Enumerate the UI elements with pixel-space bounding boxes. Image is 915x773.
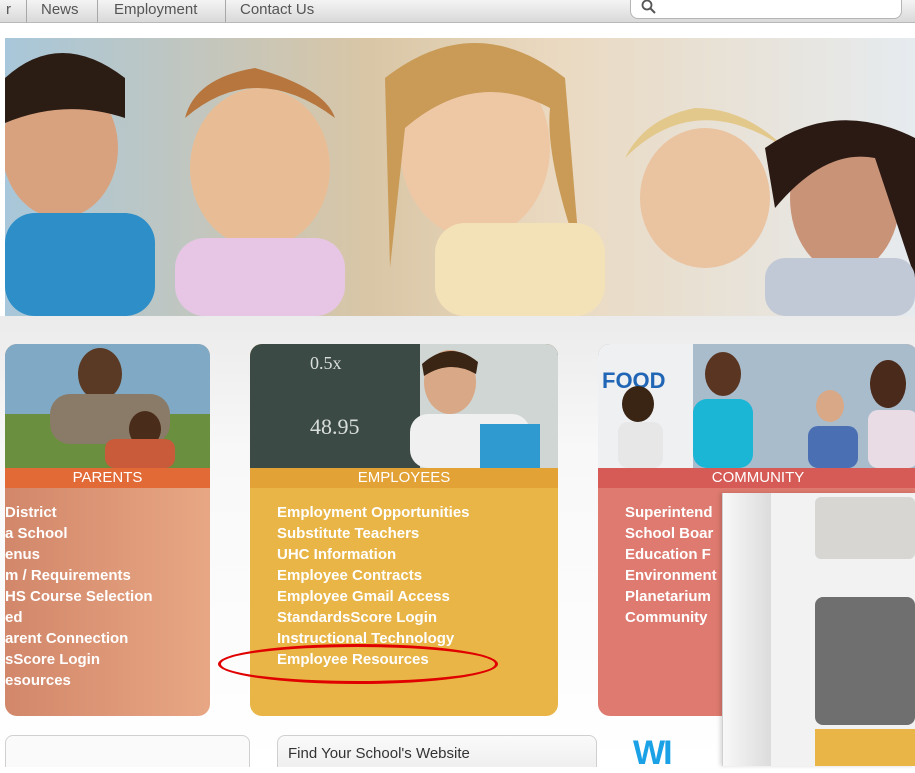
parents-link[interactable]: arent Connection	[5, 628, 210, 649]
nav-item-partial[interactable]: r	[6, 1, 11, 18]
nav-item-contact-us[interactable]: Contact Us	[240, 1, 314, 18]
employees-link[interactable]: Employee Contracts	[277, 565, 558, 586]
find-school-website-box[interactable]: Find Your School's Website	[277, 735, 597, 767]
parents-card: PARENTS District a School enus m / Requi…	[5, 344, 210, 716]
hero-illustration	[5, 43, 915, 316]
find-school-website-label: Find Your School's Website	[288, 745, 470, 762]
community-heading: COMMUNITY	[598, 468, 915, 488]
partial-logo: WI	[633, 734, 673, 772]
overlay-tile	[815, 597, 915, 725]
employees-link[interactable]: UHC Information	[277, 544, 558, 565]
nav-item-employment[interactable]: Employment	[114, 1, 197, 18]
parents-link-list: District a School enus m / Requirements …	[5, 502, 210, 691]
overlay-side-strip	[723, 493, 771, 766]
top-navigation-bar: r News Employment Contact Us	[0, 0, 915, 23]
search-input[interactable]	[630, 0, 902, 19]
parents-photo	[5, 344, 210, 468]
nav-item-news[interactable]: News	[41, 1, 79, 18]
hero-banner-photo	[5, 38, 915, 316]
parents-link[interactable]: m / Requirements	[5, 565, 210, 586]
parents-link[interactable]: ed	[5, 607, 210, 628]
nav-divider	[97, 0, 98, 22]
employees-photo: 0.5x 48.95	[250, 344, 558, 468]
parents-link[interactable]: District	[5, 502, 210, 523]
highlight-annotation-ellipse	[218, 644, 498, 684]
employees-link[interactable]: Substitute Teachers	[277, 523, 558, 544]
parents-link[interactable]: enus	[5, 544, 210, 565]
parents-link[interactable]: sScore Login	[5, 649, 210, 670]
parents-link[interactable]: esources	[5, 670, 210, 691]
overlay-tile	[815, 497, 915, 559]
nav-divider	[225, 0, 226, 22]
svg-text:48.95: 48.95	[310, 414, 360, 439]
employees-heading: EMPLOYEES	[250, 468, 558, 488]
bottom-left-panel	[5, 735, 250, 767]
parents-link[interactable]: HS Course Selection	[5, 586, 210, 607]
employees-link[interactable]: Employment Opportunities	[277, 502, 558, 523]
parents-heading: PARENTS	[5, 468, 210, 488]
svg-text:0.5x: 0.5x	[310, 353, 342, 373]
employees-link[interactable]: StandardsScore Login	[277, 607, 558, 628]
community-photo: FOOD	[598, 344, 915, 468]
overlapping-window-panel	[722, 493, 915, 766]
nav-divider	[26, 0, 27, 22]
employees-link[interactable]: Employee Gmail Access	[277, 586, 558, 607]
search-icon	[641, 0, 656, 14]
parents-link[interactable]: a School	[5, 523, 210, 544]
overlay-tile	[815, 729, 915, 766]
